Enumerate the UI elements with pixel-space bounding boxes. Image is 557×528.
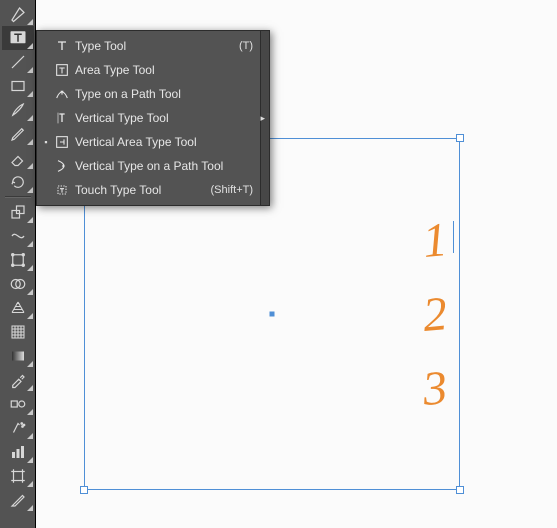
rotate-tool[interactable] <box>2 170 34 194</box>
menu-label: Vertical Area Type Tool <box>73 135 255 149</box>
symbol-sprayer-tool[interactable] <box>2 416 34 440</box>
glyph-2: 2 <box>421 290 449 340</box>
menu-label: Vertical Type Tool <box>73 111 255 125</box>
menu-item-vertical-area-type-tool[interactable]: ▪ Vertical Area Type Tool <box>37 130 269 154</box>
vertical-type-content: 1 2 3 <box>423 217 447 413</box>
pen-tool[interactable] <box>2 2 34 26</box>
menu-shortcut: (Shift+T) <box>211 184 255 196</box>
slice-tool[interactable] <box>2 488 34 512</box>
column-graph-tool[interactable] <box>2 440 34 464</box>
touch-type-icon <box>51 182 73 198</box>
pencil-tool[interactable] <box>2 122 34 146</box>
toolbar-divider <box>5 196 31 198</box>
selected-marker: ▪ <box>41 137 51 147</box>
vertical-area-type-icon <box>51 134 73 150</box>
type-tool-flyout: Type Tool (T) Area Type Tool Type on a P… <box>36 30 270 206</box>
submenu-indicator: ▸ <box>260 113 265 124</box>
type-on-path-icon <box>51 86 73 102</box>
menu-label: Area Type Tool <box>73 63 255 77</box>
vertical-type-icon <box>51 110 73 126</box>
eyedropper-tool[interactable] <box>2 368 34 392</box>
shape-builder-tool[interactable] <box>2 272 34 296</box>
blend-tool[interactable] <box>2 392 34 416</box>
menu-label: Type on a Path Tool <box>73 87 255 101</box>
selection-handle-br[interactable] <box>456 486 464 494</box>
artboard-tool[interactable] <box>2 464 34 488</box>
type-icon <box>51 38 73 54</box>
menu-label: Vertical Type on a Path Tool <box>73 159 255 173</box>
menu-item-vertical-type-tool[interactable]: Vertical Type Tool ▸ <box>37 106 269 130</box>
menu-item-vertical-type-on-path-tool[interactable]: Vertical Type on a Path Tool <box>37 154 269 178</box>
menu-label: Type Tool <box>73 39 239 53</box>
selection-handle-tr[interactable] <box>456 134 464 142</box>
menu-item-touch-type-tool[interactable]: Touch Type Tool (Shift+T) <box>37 178 269 202</box>
paintbrush-tool[interactable] <box>2 98 34 122</box>
eraser-tool[interactable] <box>2 146 34 170</box>
scale-tool[interactable] <box>2 200 34 224</box>
vertical-type-on-path-icon <box>51 158 73 174</box>
mesh-tool[interactable] <box>2 320 34 344</box>
menu-item-type-tool[interactable]: Type Tool (T) <box>37 34 269 58</box>
area-type-icon <box>51 62 73 78</box>
type-tool[interactable] <box>2 26 34 50</box>
menu-item-area-type-tool[interactable]: Area Type Tool <box>37 58 269 82</box>
text-cursor <box>453 221 454 253</box>
glyph-1: 1 <box>421 216 449 266</box>
line-segment-tool[interactable] <box>2 50 34 74</box>
menu-shortcut: (T) <box>239 40 255 52</box>
toolbar <box>0 0 36 528</box>
perspective-grid-tool[interactable] <box>2 296 34 320</box>
rectangle-tool[interactable] <box>2 74 34 98</box>
selection-center <box>270 312 275 317</box>
glyph-3: 3 <box>421 364 449 414</box>
menu-item-type-on-path-tool[interactable]: Type on a Path Tool <box>37 82 269 106</box>
selection-handle-bl[interactable] <box>80 486 88 494</box>
menu-label: Touch Type Tool <box>73 183 211 197</box>
width-tool[interactable] <box>2 224 34 248</box>
gradient-tool[interactable] <box>2 344 34 368</box>
free-transform-tool[interactable] <box>2 248 34 272</box>
